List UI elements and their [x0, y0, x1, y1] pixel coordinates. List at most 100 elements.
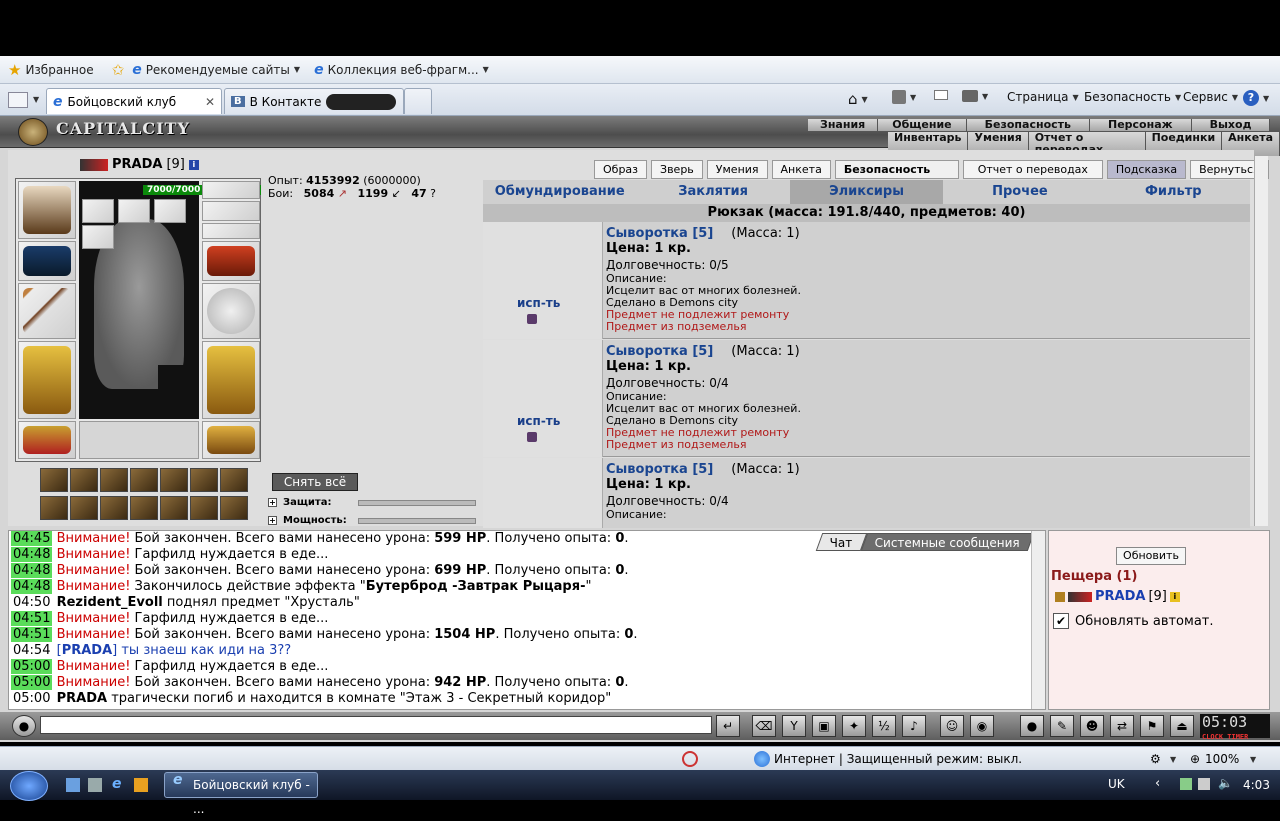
item-slot-1[interactable] [82, 199, 114, 223]
effect-icon[interactable] [70, 468, 98, 492]
security-button[interactable]: Безопасность [834, 160, 959, 179]
tab-equipment[interactable]: Обмундирование [483, 180, 636, 204]
image-button[interactable]: Образ [594, 160, 648, 179]
effect-icon[interactable] [220, 496, 248, 520]
chevron-down-icon[interactable]: ▼ [1170, 755, 1176, 764]
effect-icon[interactable] [40, 496, 68, 520]
effect-icon[interactable] [130, 468, 158, 492]
page-menu[interactable]: Страница ▼ [1007, 90, 1079, 104]
window-switch-icon[interactable] [88, 778, 102, 792]
flag-icon[interactable]: ⚑ [1140, 715, 1164, 737]
effect-icon[interactable] [190, 496, 218, 520]
effect-icon[interactable] [100, 496, 128, 520]
save-icon[interactable]: ▣ [812, 715, 836, 737]
transfer-report-button[interactable]: Отчет о переводах [962, 160, 1103, 179]
smiles-icon[interactable]: ☺ [940, 715, 964, 737]
amulet-slot[interactable] [202, 181, 260, 199]
quill-icon[interactable]: ✎ [1050, 715, 1074, 737]
chat-bold[interactable]: PRADA [62, 643, 112, 658]
volume-icon[interactable]: 🔈 [1218, 776, 1233, 790]
system-clock[interactable]: 4:03 [1243, 778, 1270, 792]
char-name-text[interactable]: PRADA [112, 157, 162, 172]
ie-quicklaunch-icon[interactable]: e [112, 777, 122, 791]
auto-refresh-checkbox[interactable]: ✔ [1053, 613, 1069, 629]
chevron-down-icon[interactable]: ▼ [1250, 755, 1256, 764]
tools-menu[interactable]: Сервис ▼ [1183, 90, 1238, 104]
zoom-level[interactable]: 100% [1205, 752, 1239, 766]
tab-fight-club[interactable]: e Бойцовский клуб ✕ [46, 88, 222, 114]
webslices[interactable]: e Коллекция веб-фрагм... ▼ [314, 63, 489, 77]
safety-menu[interactable]: Безопасность ▼ [1084, 90, 1181, 104]
tab-chat[interactable]: Чат [816, 533, 868, 551]
effect-icon[interactable] [220, 468, 248, 492]
tab-filter[interactable]: Фильтр [1097, 180, 1250, 204]
rune-slots[interactable] [79, 421, 199, 459]
protected-mode-icon[interactable]: ⚙ [1150, 752, 1161, 766]
fighter-icon[interactable]: ✦ [842, 715, 866, 737]
item-slot-2[interactable] [118, 199, 150, 223]
expand-icon[interactable]: + [268, 516, 277, 525]
exit-icon[interactable]: ⏏ [1170, 715, 1194, 737]
weapon-slot[interactable] [18, 283, 76, 339]
effect-icon[interactable] [130, 496, 158, 520]
filter-icon[interactable]: Y [782, 715, 806, 737]
tab-other[interactable]: Прочее [943, 180, 1096, 204]
info-icon[interactable]: i [1169, 591, 1180, 602]
helmet-slot[interactable] [18, 181, 76, 239]
menu-exit[interactable]: Выход [1191, 119, 1271, 131]
gloves-slot[interactable] [202, 241, 260, 281]
chat-bold[interactable]: Rezident_Evoll [57, 595, 163, 610]
show-desktop-icon[interactable] [66, 778, 80, 792]
menu-communication[interactable]: Общение [878, 119, 967, 131]
print-button[interactable]: ▼ [962, 90, 988, 102]
item-name[interactable]: Сыворотка [5] [606, 344, 713, 359]
skills-button[interactable]: Умения [706, 160, 768, 179]
quick-tabs-icon[interactable] [8, 92, 28, 108]
chat-bold[interactable]: PRADA [57, 691, 107, 706]
chat-input[interactable] [40, 716, 712, 734]
pet-button[interactable]: Зверь [651, 160, 703, 179]
player-name[interactable]: PRADA [1095, 589, 1145, 604]
effect-icon[interactable] [190, 468, 218, 492]
tab-list-chevron-icon[interactable]: ▼ [33, 95, 39, 104]
tab-elixirs[interactable]: Эликсиры [789, 180, 944, 204]
effect-icon[interactable] [160, 496, 188, 520]
hint-button[interactable]: Подсказка [1106, 160, 1187, 179]
tab-vkontakte[interactable]: B В Контакте [224, 88, 404, 114]
tab-spells[interactable]: Заклятия [636, 180, 789, 204]
tab-system-messages[interactable]: Системные сообщения [860, 533, 1035, 551]
ring-slots[interactable] [202, 223, 260, 239]
use-item-link[interactable]: исп-ть [517, 414, 560, 428]
menu-security[interactable]: Безопасность [966, 119, 1090, 131]
attack-icon[interactable] [1055, 591, 1065, 602]
help-button[interactable]: ? ▼ [1243, 90, 1269, 106]
favorites-button[interactable]: ★ Избранное [8, 62, 94, 77]
menu-character[interactable]: Персонаж [1090, 119, 1192, 131]
item-name[interactable]: Сыворотка [5] [606, 462, 713, 477]
new-tab-button[interactable] [404, 88, 432, 114]
sound-icon[interactable]: ♪ [902, 715, 926, 737]
helmet-icon[interactable]: ◉ [970, 715, 994, 737]
recommended-sites[interactable]: e Рекомендуемые сайты ▼ [132, 63, 300, 77]
refresh-button[interactable]: Обновить [1116, 547, 1186, 565]
language-indicator[interactable]: UK [1108, 777, 1125, 791]
eraser-icon[interactable]: ⌫ [752, 715, 776, 737]
chat-scrollbar[interactable] [1031, 531, 1045, 709]
boots-slot[interactable] [202, 421, 260, 459]
effect-icon[interactable] [40, 468, 68, 492]
start-button[interactable] [10, 771, 48, 801]
network-icon[interactable] [1180, 778, 1192, 790]
belt-slot[interactable] [18, 421, 76, 459]
media-player-icon[interactable] [134, 778, 148, 792]
earring-slot[interactable] [202, 201, 260, 221]
use-item-link[interactable]: исп-ть [517, 296, 560, 310]
tray-icon[interactable] [1198, 778, 1210, 790]
expand-icon[interactable]: + [268, 498, 277, 507]
info-icon[interactable]: i [188, 159, 199, 170]
legs-slot[interactable] [202, 341, 260, 419]
ratio-icon[interactable]: ½ [872, 715, 896, 737]
feeds-button[interactable]: ▼ [892, 90, 916, 104]
add-favorite-button[interactable]: ✩ [112, 62, 125, 77]
close-icon[interactable]: ✕ [205, 95, 215, 109]
effect-icon[interactable] [70, 496, 98, 520]
